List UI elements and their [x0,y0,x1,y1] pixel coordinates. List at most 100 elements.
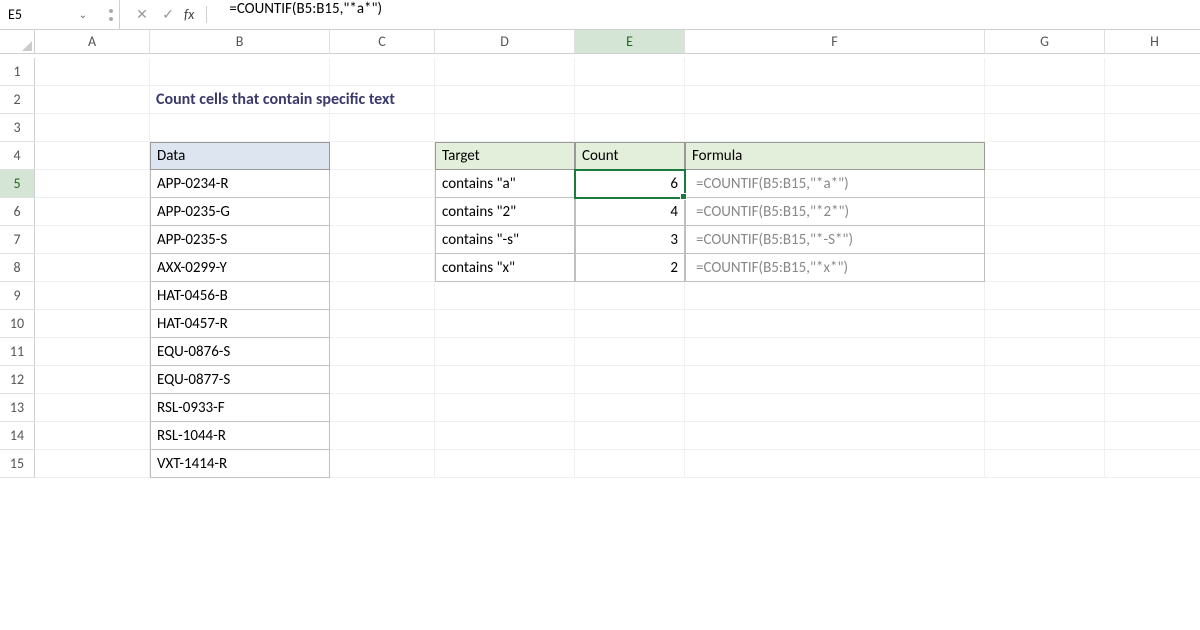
cell[interactable] [575,394,685,422]
cell[interactable] [985,254,1105,282]
cell[interactable] [575,310,685,338]
cell[interactable] [985,226,1105,254]
cell[interactable] [35,58,150,86]
page-title[interactable]: Count cells that contain specific text [150,86,330,114]
cell[interactable] [1105,86,1200,114]
cell[interactable] [330,394,435,422]
cell[interactable] [985,450,1105,478]
cell[interactable] [35,366,150,394]
cell[interactable] [1105,58,1200,86]
col-header-a[interactable]: A [35,30,150,54]
col-header-e[interactable]: E [575,30,685,54]
data-cell[interactable]: VXT-1414-R [150,450,330,478]
cell[interactable] [330,254,435,282]
cell[interactable] [435,86,575,114]
cell[interactable] [35,226,150,254]
row-header[interactable]: 10 [0,310,35,338]
cell[interactable] [1105,310,1200,338]
cell[interactable] [435,114,575,142]
cell[interactable] [1105,226,1200,254]
cell[interactable] [35,114,150,142]
cell[interactable] [330,338,435,366]
cell[interactable] [575,282,685,310]
cell[interactable] [35,254,150,282]
cell[interactable] [985,114,1105,142]
cell[interactable] [985,338,1105,366]
cell[interactable] [330,58,435,86]
cell[interactable] [685,114,985,142]
cell[interactable] [35,338,150,366]
cell[interactable] [685,58,985,86]
cell[interactable] [1105,198,1200,226]
col-header-d[interactable]: D [435,30,575,54]
cell[interactable] [35,198,150,226]
cell[interactable] [35,142,150,170]
cell[interactable] [985,86,1105,114]
row-header[interactable]: 15 [0,450,35,478]
data-cell[interactable]: EQU-0876-S [150,338,330,366]
cell[interactable] [1105,338,1200,366]
cell[interactable] [985,198,1105,226]
cell[interactable] [330,310,435,338]
data-cell[interactable]: EQU-0877-S [150,366,330,394]
count-cell[interactable]: 4 [575,198,685,226]
spreadsheet-grid[interactable]: A B C D E F G H 1 2 Count cells that con… [0,30,1200,478]
data-header[interactable]: Data [150,142,330,170]
cancel-icon[interactable]: ✕ [132,5,152,25]
formula-cell[interactable]: =COUNTIF(B5:B15,"*a*") [685,170,985,198]
col-header-c[interactable]: C [330,30,435,54]
cell[interactable] [575,422,685,450]
cell[interactable] [985,142,1105,170]
cell[interactable] [35,86,150,114]
count-header[interactable]: Count [575,142,685,170]
cell[interactable] [985,366,1105,394]
row-header[interactable]: 5 [0,170,35,198]
row-header[interactable]: 7 [0,226,35,254]
cell[interactable] [35,310,150,338]
cell[interactable] [35,394,150,422]
chevron-down-icon[interactable]: ⌄ [79,8,87,21]
cell[interactable] [330,198,435,226]
cell[interactable] [1105,366,1200,394]
formula-header[interactable]: Formula [685,142,985,170]
cell[interactable] [985,170,1105,198]
cell[interactable] [1105,394,1200,422]
row-header[interactable]: 9 [0,282,35,310]
fx-icon[interactable]: fx [184,6,207,23]
data-cell[interactable]: APP-0235-S [150,226,330,254]
data-cell[interactable]: APP-0235-G [150,198,330,226]
data-cell[interactable]: HAT-0457-R [150,310,330,338]
data-cell[interactable]: HAT-0456-B [150,282,330,310]
data-cell[interactable]: RSL-0933-F [150,394,330,422]
cell[interactable] [685,366,985,394]
formula-cell[interactable]: =COUNTIF(B5:B15,"*-S*") [685,226,985,254]
count-cell[interactable]: 3 [575,226,685,254]
cell[interactable] [35,170,150,198]
formula-cell[interactable]: =COUNTIF(B5:B15,"*2*") [685,198,985,226]
cell[interactable] [1105,450,1200,478]
target-cell[interactable]: contains "2" [435,198,575,226]
cell[interactable] [685,394,985,422]
formula-input[interactable]: =COUNTIF(B5:B15,"*a*") [219,0,1200,29]
cell[interactable] [435,58,575,86]
cell[interactable] [985,394,1105,422]
cell[interactable] [575,450,685,478]
cell[interactable] [330,114,435,142]
fill-handle[interactable] [680,193,687,200]
target-cell[interactable]: contains "x" [435,254,575,282]
target-cell[interactable]: contains "a" [435,170,575,198]
cell[interactable] [35,282,150,310]
row-header[interactable]: 2 [0,86,35,114]
drag-handle-icon[interactable] [109,9,113,21]
row-header[interactable]: 8 [0,254,35,282]
target-cell[interactable]: contains "-s" [435,226,575,254]
data-cell[interactable]: APP-0234-R [150,170,330,198]
cell[interactable] [435,338,575,366]
cell[interactable] [1105,114,1200,142]
cell[interactable] [1105,282,1200,310]
cell[interactable] [575,58,685,86]
cell[interactable] [985,282,1105,310]
data-cell[interactable]: RSL-1044-R [150,422,330,450]
cell[interactable] [150,58,330,86]
cell[interactable] [330,142,435,170]
